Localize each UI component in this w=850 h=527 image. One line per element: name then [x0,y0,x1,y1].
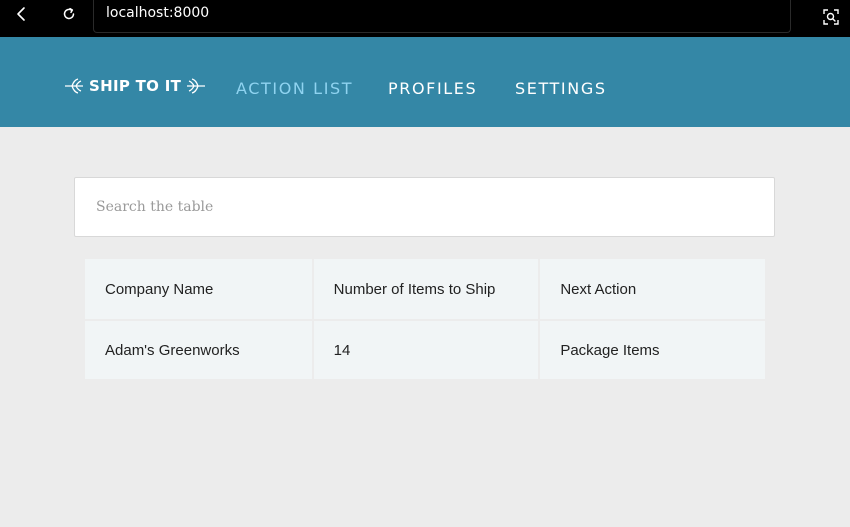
column-header-items[interactable]: Number of Items to Ship [311,259,539,319]
table-search [74,177,775,237]
chevron-left-icon [17,7,25,21]
column-header-company[interactable]: Company Name [85,259,312,319]
brand-name: SHIP TO IT [89,77,182,95]
table-row[interactable]: Adam's Greenworks 14 Package Items [85,319,765,379]
search-input[interactable] [75,178,774,236]
back-button[interactable] [7,3,35,25]
column-header-next-action[interactable]: Next Action [538,259,765,319]
table-header-row: Company Name Number of Items to Ship Nex… [85,259,765,319]
lens-search-icon [823,9,839,25]
wheat-ornament-icon [187,78,206,94]
address-bar[interactable]: localhost:8000 [93,0,791,33]
nav-action-list[interactable]: ACTION LIST [236,79,353,98]
cell-company-name: Adam's Greenworks [85,319,312,379]
wheat-ornament-icon [65,78,83,94]
reload-button[interactable] [55,3,83,25]
cell-items-count: 14 [311,319,539,379]
browser-toolbar: localhost:8000 [0,0,850,37]
app-header: SHIP TO IT ACTION LIST PROFILES SETTINGS [0,37,850,127]
reload-icon [63,7,75,20]
lens-button[interactable] [820,6,842,28]
url-text: localhost:8000 [106,5,210,21]
nav-profiles[interactable]: PROFILES [388,79,477,98]
brand-logo[interactable]: SHIP TO IT [64,75,206,97]
action-table: Company Name Number of Items to Ship Nex… [85,259,765,379]
cell-next-action: Package Items [538,319,765,379]
nav-settings[interactable]: SETTINGS [515,79,607,98]
